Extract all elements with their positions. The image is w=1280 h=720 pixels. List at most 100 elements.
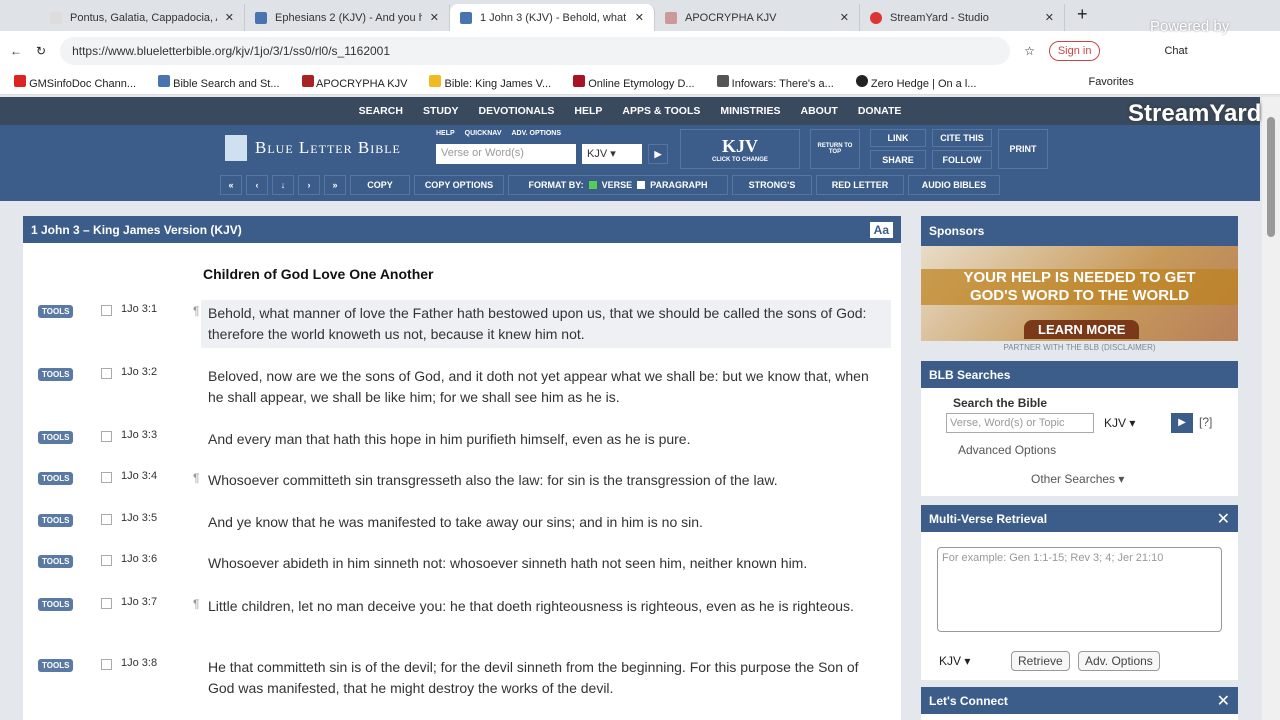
- search-help-link[interactable]: [?]: [1199, 415, 1212, 429]
- reload-icon[interactable]: ↻: [36, 44, 46, 58]
- tab-title: APOCRYPHA KJV: [685, 11, 777, 24]
- share-button[interactable]: SHARE: [870, 150, 926, 169]
- nav-ministries[interactable]: MINISTRIES: [720, 105, 780, 117]
- close-icon[interactable]: ✕: [1217, 509, 1230, 529]
- sponsor-ad[interactable]: YOUR HELP IS NEEDED TO GET GOD'S WORD TO …: [921, 246, 1238, 341]
- verse-reference[interactable]: 1Jo 3:8: [121, 657, 157, 669]
- verse-reference[interactable]: 1Jo 3:6: [121, 553, 157, 565]
- bible-search-input[interactable]: Verse, Word(s) or Topic: [946, 413, 1094, 433]
- nav-apps[interactable]: APPS & TOOLS: [622, 105, 700, 117]
- font-size-button[interactable]: Aa: [869, 221, 893, 238]
- help-link[interactable]: HELP: [436, 130, 455, 137]
- bookmark-item[interactable]: Bible: King James V...: [429, 74, 551, 90]
- bookmark-item[interactable]: Online Etymology D...: [573, 74, 695, 90]
- bookmark-item[interactable]: GMSinfoDoc Chann...: [14, 74, 136, 90]
- bookmark-item[interactable]: APOCRYPHA KJV: [301, 74, 407, 90]
- follow-button[interactable]: FOLLOW: [932, 150, 992, 169]
- adv-options-link[interactable]: ADV. OPTIONS: [512, 130, 562, 137]
- search-version-select[interactable]: KJV ▾: [1101, 413, 1163, 433]
- verse-reference[interactable]: 1Jo 3:3: [121, 429, 157, 441]
- copy-icon[interactable]: [101, 431, 112, 442]
- favorites-icon[interactable]: ☆: [1024, 44, 1035, 58]
- copy-icon[interactable]: [101, 659, 112, 670]
- nav-donate[interactable]: DONATE: [858, 105, 902, 117]
- copy-button[interactable]: COPY: [350, 175, 410, 195]
- audio-bibles-button[interactable]: AUDIO BIBLES: [908, 175, 1000, 195]
- scrollbar[interactable]: [1262, 97, 1280, 720]
- verse-reference[interactable]: 1Jo 3:5: [121, 512, 157, 524]
- tools-button[interactable]: TOOLS: [38, 368, 74, 381]
- copy-icon[interactable]: [101, 305, 112, 316]
- close-icon[interactable]: ✕: [1217, 691, 1230, 711]
- tools-button[interactable]: TOOLS: [38, 659, 74, 672]
- tools-button[interactable]: TOOLS: [38, 472, 74, 485]
- verse-text: Whosoever abideth in him sinneth not: wh…: [208, 555, 808, 571]
- nav-help[interactable]: HELP: [574, 105, 602, 117]
- lets-connect-panel: Let's Connect ✕: [921, 687, 1238, 720]
- quicknav-link[interactable]: QUICKNAV: [465, 130, 502, 137]
- other-searches-toggle[interactable]: Other Searches ▾: [1031, 472, 1124, 486]
- adv-options-button[interactable]: Adv. Options: [1078, 651, 1160, 671]
- return-top-button[interactable]: RETURN TO TOP: [810, 129, 860, 169]
- nav-devotionals[interactable]: DEVOTIONALS: [479, 105, 555, 117]
- retrieve-button[interactable]: Retrieve: [1011, 651, 1070, 671]
- copy-icon[interactable]: [101, 598, 112, 609]
- verse-reference[interactable]: 1Jo 3:7: [121, 596, 157, 608]
- tools-button[interactable]: TOOLS: [38, 598, 74, 611]
- favorites-folder[interactable]: Favorites: [1088, 76, 1133, 88]
- first-chapter-icon[interactable]: «: [220, 175, 242, 195]
- search-go-button[interactable]: ▶: [648, 144, 668, 164]
- learn-more-button[interactable]: LEARN MORE: [1024, 320, 1140, 339]
- tools-button[interactable]: TOOLS: [38, 305, 74, 318]
- last-chapter-icon[interactable]: »: [324, 175, 346, 195]
- disclaimer-link[interactable]: (DISCLAIMER): [1101, 343, 1155, 352]
- copy-icon[interactable]: [101, 555, 112, 566]
- paragraph-radio[interactable]: [637, 181, 646, 189]
- verse-reference[interactable]: 1Jo 3:2: [121, 366, 157, 378]
- tools-button[interactable]: TOOLS: [38, 555, 74, 568]
- version-select[interactable]: KJV ▾: [582, 144, 642, 164]
- advanced-options-link[interactable]: Advanced Options: [958, 443, 1056, 457]
- bookmark-item[interactable]: Infowars: There's a...: [716, 74, 834, 90]
- chat-button[interactable]: Chat: [1164, 45, 1187, 57]
- url-input[interactable]: https://www.blueletterbible.org/kjv/1jo/…: [60, 36, 1011, 65]
- next-chapter-icon[interactable]: ›: [298, 175, 320, 195]
- pilcrow: ¶: [193, 471, 200, 485]
- browser-tab[interactable]: StreamYard - Studio ✕: [860, 4, 1065, 31]
- nav-study[interactable]: STUDY: [423, 105, 459, 117]
- browser-tab[interactable]: APOCRYPHA KJV ✕: [655, 4, 860, 31]
- browser-tab[interactable]: Pontus, Galatia, Cappadocia, A ✕: [40, 4, 245, 31]
- browser-tab-active[interactable]: 1 John 3 (KJV) - Behold, what ✕: [450, 4, 655, 31]
- verse-search-input[interactable]: Verse or Word(s): [436, 144, 576, 164]
- verse-radio[interactable]: [588, 181, 597, 189]
- new-tab-icon[interactable]: +: [1065, 4, 1100, 31]
- red-letter-toggle[interactable]: RED LETTER: [816, 175, 904, 195]
- chapter-menu-icon[interactable]: ↓: [272, 175, 294, 195]
- site-logo[interactable]: Blue Letter Bible: [225, 135, 401, 161]
- copy-icon[interactable]: [101, 472, 112, 483]
- link-button[interactable]: LINK: [870, 129, 926, 147]
- sign-in-button[interactable]: Sign in: [1048, 40, 1101, 61]
- partner-link[interactable]: PARTNER WITH THE BLB: [1003, 343, 1099, 352]
- verse-reference[interactable]: 1Jo 3:1: [121, 303, 157, 315]
- print-button[interactable]: PRINT: [998, 129, 1048, 169]
- tools-button[interactable]: TOOLS: [38, 514, 74, 527]
- bookmark-item[interactable]: Zero Hedge | On a l...: [855, 74, 976, 90]
- tools-button[interactable]: TOOLS: [38, 431, 74, 444]
- prev-chapter-icon[interactable]: ‹: [246, 175, 268, 195]
- mvr-version-select[interactable]: KJV ▾: [937, 652, 1001, 670]
- copy-icon[interactable]: [101, 514, 112, 525]
- bookmark-item[interactable]: Bible Search and St...: [158, 74, 280, 90]
- nav-search[interactable]: SEARCH: [359, 105, 403, 117]
- version-change-button[interactable]: KJV CLICK TO CHANGE: [680, 129, 800, 169]
- verse-reference[interactable]: 1Jo 3:4: [121, 470, 157, 482]
- back-icon[interactable]: ←: [10, 44, 22, 58]
- bible-search-go-button[interactable]: ▶: [1171, 413, 1193, 433]
- mvr-textarea[interactable]: For example: Gen 1:1-15; Rev 3; 4; Jer 2…: [937, 547, 1222, 632]
- copy-icon[interactable]: [101, 368, 112, 379]
- strongs-toggle[interactable]: STRONG'S: [732, 175, 812, 195]
- nav-about[interactable]: ABOUT: [800, 105, 837, 117]
- copy-options-button[interactable]: COPY OPTIONS: [414, 175, 504, 195]
- browser-tab[interactable]: Ephesians 2 (KJV) - And you h ✕: [245, 4, 450, 31]
- cite-button[interactable]: CITE THIS: [932, 129, 992, 147]
